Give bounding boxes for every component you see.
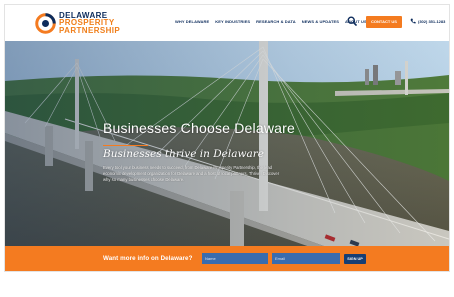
sign-up-button[interactable]: SIGN UP xyxy=(344,254,366,264)
phone-link[interactable]: (302) 351-1283 xyxy=(410,18,445,24)
hero-description: Every tool your business needs to succee… xyxy=(103,165,280,182)
nav-news-updates[interactable]: NEWS & UPDATES xyxy=(302,19,339,24)
email-field[interactable] xyxy=(272,253,340,264)
logo-wordmark: DELAWARE PROSPERITY PARTNERSHIP xyxy=(59,11,121,35)
page: DELAWARE PROSPERITY PARTNERSHIP WHY DELA… xyxy=(5,5,449,271)
hero-title: Businesses Choose Delaware xyxy=(103,120,295,136)
hero-divider xyxy=(103,145,148,146)
phone-icon xyxy=(410,18,416,24)
logo-line-3: PARTNERSHIP xyxy=(59,25,121,35)
signup-prompt: Want more info on Delaware? xyxy=(103,255,193,262)
logo-mark-icon xyxy=(35,12,56,34)
contact-us-button[interactable]: CONTACT US xyxy=(366,16,402,28)
nav-key-industries[interactable]: KEY INDUSTRIES xyxy=(215,19,250,24)
newsletter-signup-bar: Want more info on Delaware? SIGN UP xyxy=(5,246,449,271)
search-icon[interactable] xyxy=(347,16,357,26)
phone-number: (302) 351-1283 xyxy=(418,18,446,24)
nav-research-data[interactable]: RESEARCH & DATA xyxy=(256,19,296,24)
hero-section: Businesses Choose Delaware Businesses th… xyxy=(5,41,449,271)
brand-logo[interactable]: DELAWARE PROSPERITY PARTNERSHIP xyxy=(35,11,120,35)
hero-subtitle: Businesses thrive in Delaware xyxy=(103,148,264,160)
main-nav: WHY DELAWARE KEY INDUSTRIES RESEARCH & D… xyxy=(175,19,367,24)
nav-why-delaware[interactable]: WHY DELAWARE xyxy=(175,19,209,24)
site-header: DELAWARE PROSPERITY PARTNERSHIP WHY DELA… xyxy=(5,5,449,41)
name-field[interactable] xyxy=(202,253,268,264)
